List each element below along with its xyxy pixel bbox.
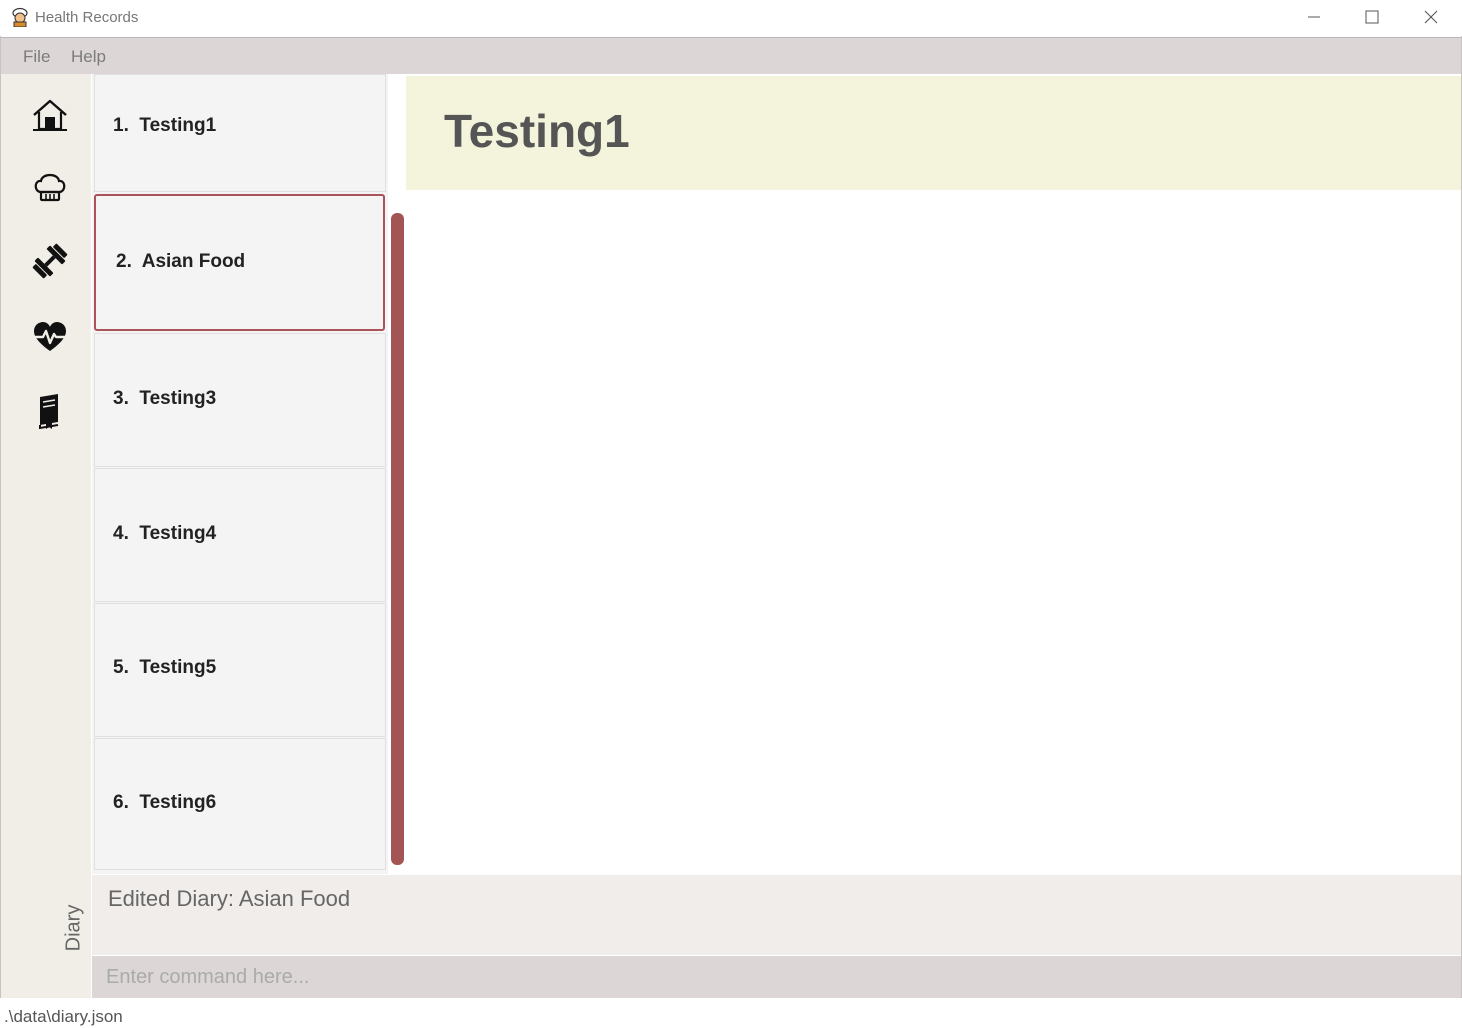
detail-title: Testing1 — [444, 105, 630, 157]
list-scrollbar-thumb[interactable] — [391, 213, 404, 865]
list-item[interactable]: 1. Testing1 — [94, 74, 386, 192]
minimize-button[interactable] — [1285, 0, 1343, 34]
dumbbell-icon[interactable] — [31, 242, 69, 280]
window-title: Health Records — [35, 9, 139, 26]
list-item-title: 2. Asian Food — [116, 251, 246, 272]
list-item-title: 1. Testing1 — [113, 115, 217, 136]
list-item-title: 6. Testing6 — [113, 792, 217, 813]
heartbeat-icon[interactable] — [31, 318, 69, 356]
menu-file[interactable]: File — [23, 47, 50, 67]
command-box — [92, 956, 1461, 998]
home-icon[interactable] — [31, 96, 69, 134]
list-item-title: 5. Testing5 — [113, 657, 217, 678]
sidebar-label: Diary — [59, 900, 89, 956]
book-icon[interactable] — [31, 392, 69, 430]
command-input[interactable] — [92, 956, 1461, 998]
app-chef-icon — [10, 7, 30, 28]
list-item[interactable]: 5. Testing5 — [94, 603, 386, 737]
result-message: Edited Diary: Asian Food — [108, 886, 351, 911]
status-bar: .\data\diary.json — [0, 999, 1462, 1028]
sidebar-label-text: Diary — [62, 904, 85, 952]
list-item-title: 4. Testing4 — [113, 523, 217, 544]
menu-help[interactable]: Help — [71, 47, 106, 67]
save-location: .\data\diary.json — [4, 1007, 123, 1026]
title-bar: Health Records — [0, 0, 1462, 36]
close-button[interactable] — [1402, 0, 1460, 34]
minimize-icon — [1308, 16, 1320, 18]
maximize-button[interactable] — [1343, 0, 1401, 34]
list-item[interactable]: 6. Testing6 — [94, 738, 386, 870]
detail-header: Testing1 — [406, 76, 1461, 190]
list-item[interactable]: 3. Testing3 — [94, 333, 386, 467]
maximize-icon — [1365, 10, 1379, 24]
list-item[interactable]: 2. Asian Food — [94, 194, 385, 331]
list-item-title: 3. Testing3 — [113, 388, 217, 409]
list-item[interactable]: 4. Testing4 — [94, 468, 386, 602]
close-icon — [1424, 10, 1438, 24]
result-display: Edited Diary: Asian Food — [92, 875, 1461, 955]
menu-bar: File Help — [1, 37, 1461, 74]
chef-hat-icon[interactable] — [31, 168, 69, 206]
sidebar: Diary — [1, 74, 91, 998]
